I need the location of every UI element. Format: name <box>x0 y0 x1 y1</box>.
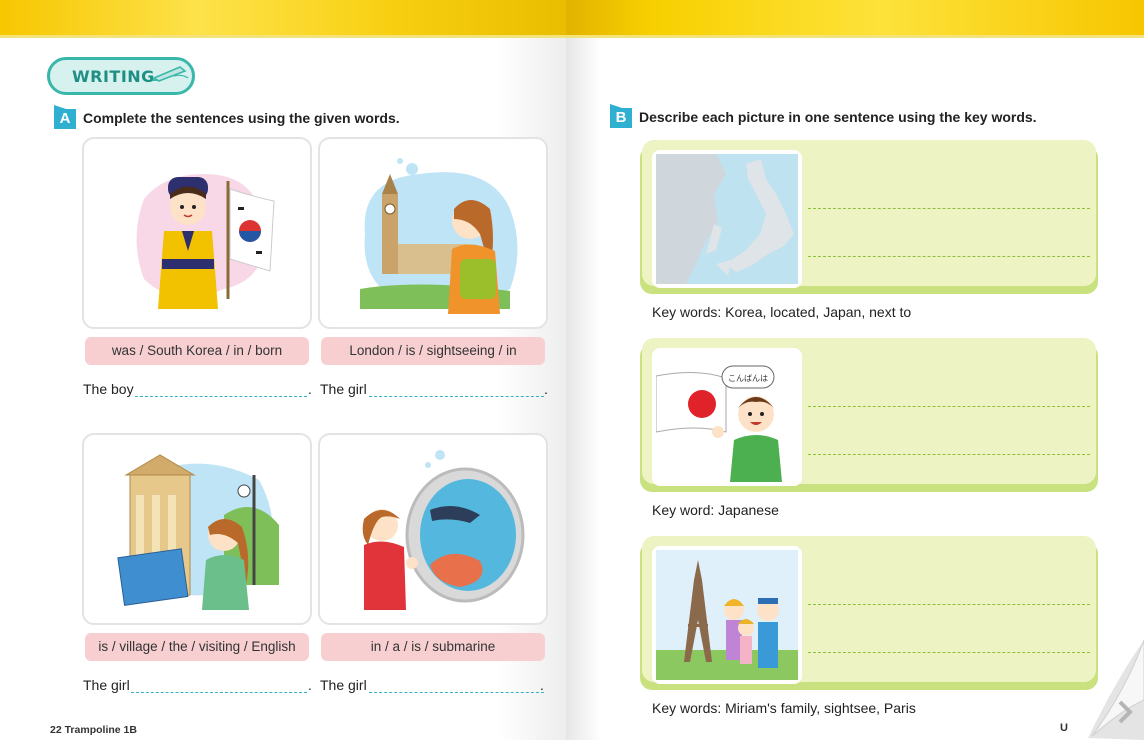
photo-box-b3 <box>652 546 802 684</box>
section-a-instruction: Complete the sentences using the given w… <box>83 110 400 126</box>
japanese-boy-illustration: こんばんは <box>656 365 782 482</box>
answer-blank-2[interactable] <box>369 396 544 397</box>
sentence-end-2: . <box>544 381 548 397</box>
answer-line-b2-1[interactable] <box>808 406 1090 407</box>
sentence-prompt-2: The girl <box>320 381 367 397</box>
picture-card-b1 <box>640 140 1098 298</box>
picture-card-2 <box>318 137 548 329</box>
section-b-tag: B <box>610 108 632 128</box>
answer-line-b3-1[interactable] <box>808 604 1090 605</box>
submarine-girl-illustration <box>362 450 525 610</box>
section-b-instruction: Describe each picture in one sentence us… <box>639 109 1037 125</box>
speech-bubble-text: こんばんは <box>728 374 768 383</box>
writing-label: WRITING <box>72 66 155 86</box>
picture-card-b3 <box>640 536 1098 694</box>
right-page: B Describe each picture in one sentence … <box>566 0 1144 740</box>
english-village-illustration <box>117 454 279 610</box>
answer-line-b3-2[interactable] <box>808 652 1090 653</box>
answer-blank-3[interactable] <box>131 692 307 693</box>
word-box-4: in / a / is / submarine <box>321 633 545 661</box>
sentence-end-4: . <box>540 677 544 693</box>
sentence-end-1: . <box>308 381 312 397</box>
photo-box-b2: こんばんは <box>652 348 802 486</box>
answer-blank-4[interactable] <box>369 692 544 693</box>
word-box-3: is / village / the / visiting / English <box>85 633 309 661</box>
pencil-icon <box>152 66 189 82</box>
textbook-spread: WRITING A Complete the sentences using t… <box>0 0 1144 740</box>
sentence-prompt-4: The girl <box>320 677 367 693</box>
top-band <box>0 0 566 38</box>
korean-boy-illustration <box>136 174 275 309</box>
korea-japan-map <box>656 154 798 284</box>
picture-card-3 <box>82 433 312 625</box>
picture-card-4 <box>318 433 548 625</box>
page-number-left: 22 Trampoline 1B <box>50 724 137 736</box>
top-band-right <box>566 0 1144 38</box>
keywords-b3: Key words: Miriam's family, sightsee, Pa… <box>652 700 916 716</box>
picture-card-1 <box>82 137 312 329</box>
picture-card-b2: こんばんは <box>640 338 1098 496</box>
section-a-tag: A <box>54 109 76 129</box>
answer-line-b2-2[interactable] <box>808 454 1090 455</box>
paris-family-illustration <box>656 550 798 680</box>
answer-line-b1-2[interactable] <box>808 256 1090 257</box>
keywords-b1: Key words: Korea, located, Japan, next t… <box>652 304 912 320</box>
answer-blank-1[interactable] <box>135 396 307 397</box>
page-turn-corner[interactable] <box>1086 640 1144 740</box>
page-number-right: U <box>1060 722 1068 734</box>
answer-line-b1-1[interactable] <box>808 208 1090 209</box>
word-box-1: was / South Korea / in / born <box>85 337 309 365</box>
london-girl-illustration <box>360 158 518 314</box>
sentence-prompt-3: The girl <box>83 677 130 693</box>
keywords-b2: Key word: Japanese <box>652 502 779 518</box>
sentence-prompt-1: The boy <box>83 381 134 397</box>
word-box-2: London / is / sightseeing / in <box>321 337 545 365</box>
photo-box-b1 <box>652 150 802 288</box>
left-page: WRITING A Complete the sentences using t… <box>0 0 566 740</box>
sentence-end-3: . <box>308 677 312 693</box>
